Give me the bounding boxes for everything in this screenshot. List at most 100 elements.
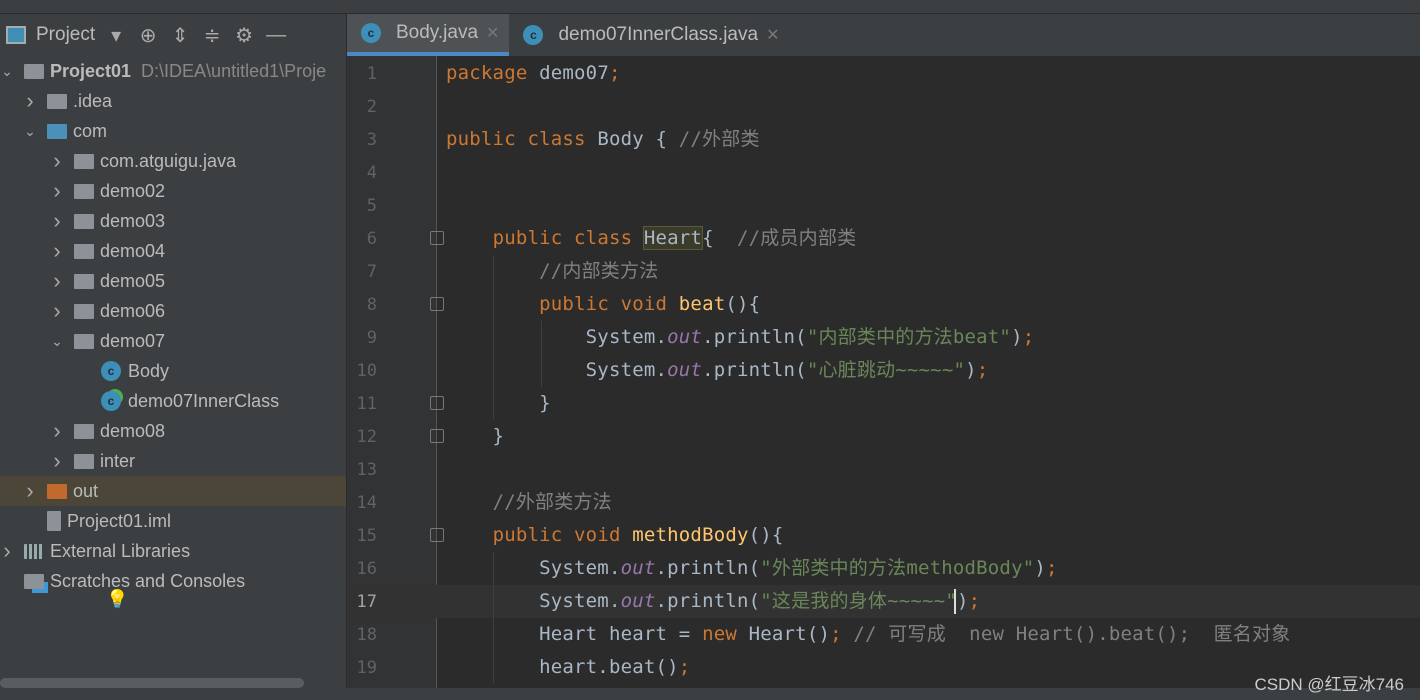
code-line: package demo07; [446,57,621,90]
tree-item-label: demo05 [100,270,166,291]
chevron-right-icon[interactable]: › [50,148,64,174]
line-number: 13 [356,460,377,480]
project-view-selector[interactable]: Project [36,24,95,46]
package-icon [74,273,94,289]
horizontal-scrollbar[interactable] [0,678,304,688]
expand-all-icon[interactable]: ⇕ [169,24,191,47]
tree-item[interactable]: › inter [0,446,346,476]
code-token: Body { [597,128,679,150]
indent-guide [493,255,494,420]
tree-item[interactable]: › demo04 [0,236,346,266]
code-token: //外部类方法 [492,491,612,513]
code-token: public class [492,227,644,249]
code-token: methodBody [632,524,749,546]
minimize-icon[interactable]: — [265,24,287,46]
chevron-right-icon[interactable]: › [0,538,14,564]
chevron-right-icon[interactable]: › [50,298,64,324]
code-line: } [446,387,551,420]
code-token: ) [965,359,977,381]
code-token: ; [976,359,989,381]
code-line: Heart heart = new Heart(); // 可写成 new He… [446,618,1290,651]
chevron-right-icon[interactable]: › [50,448,64,474]
chevron-right-icon[interactable]: › [50,238,64,264]
chevron-down-icon[interactable]: ⌄ [23,123,37,140]
code-line: heart.beat(); [446,651,690,684]
tab-label: Body.java [396,22,479,43]
watermark: CSDN @红豆冰746 [1254,675,1404,694]
tree-item-label: demo02 [100,180,166,201]
tree-item[interactable]: › demo02 [0,176,346,206]
lightbulb-icon[interactable]: 💡 [106,589,128,610]
code-token: beat [678,293,726,315]
code-token: "这是我的身体~~~~~" [760,590,957,612]
chevron-right-icon[interactable]: › [23,88,37,114]
scratches-icon [24,573,44,589]
tree-item[interactable]: › demo03 [0,206,346,236]
tree-item[interactable]: Scratches and Consoles [0,566,346,596]
close-icon[interactable]: ✕ [486,23,499,43]
code-token: } [446,392,551,414]
chevron-right-icon[interactable]: › [50,268,64,294]
tree-item[interactable]: c demo07InnerClass [0,386,346,416]
chevron-right-icon[interactable]: › [23,478,37,504]
tree-item[interactable]: › External Libraries [0,536,346,566]
line-number: 10 [356,361,377,381]
chevron-right-icon[interactable]: › [50,418,64,444]
line-number: 3 [366,130,377,150]
line-number: 17 [356,592,377,612]
tree-item-label: demo08 [100,420,166,441]
line-number: 7 [366,262,377,282]
chevron-right-icon[interactable]: › [50,178,64,204]
code-token: { [702,227,737,249]
chevron-down-icon[interactable]: ⌄ [0,63,14,80]
code-token: .println( [702,359,807,381]
tree-item-label: Scratches and Consoles [50,570,246,591]
code-editor[interactable]: package demo07; public class Body { //外部类… [437,56,1420,688]
code-token: out [667,326,703,348]
code-token: //外部类 [678,128,760,150]
editor-tabs: c Body.java ✕ c demo07InnerClass.java ✕ [347,14,1420,56]
close-icon[interactable]: ✕ [766,25,779,45]
tree-item[interactable]: › .idea [0,86,346,116]
code-token: public class [446,128,598,150]
code-token: Heart [642,226,704,250]
java-class-icon: c [361,23,381,43]
gear-icon[interactable]: ⚙ [233,24,255,47]
editor-tab[interactable]: c demo07InnerClass.java ✕ [509,14,789,56]
tree-item-label: inter [100,450,136,471]
tree-item[interactable]: Project01.iml [0,506,346,536]
chevron-down-icon[interactable]: ⌄ [50,333,64,350]
collapse-all-icon[interactable]: ≑ [201,24,223,47]
chevron-right-icon[interactable]: › [50,208,64,234]
tree-item[interactable]: ⌄ Project01 D:\IDEA\untitled1\Proje [0,56,346,86]
tree-item[interactable]: › demo08 [0,416,346,446]
line-number: 9 [366,328,377,348]
tree-item[interactable]: › demo05 [0,266,346,296]
tree-item[interactable]: › demo06 [0,296,346,326]
tree-item[interactable]: c Body [0,356,346,386]
code-token: ; [678,656,691,678]
line-number: 11 [356,394,377,414]
code-token: } [446,425,505,447]
tree-item[interactable]: › out [0,476,346,506]
code-line: //外部类方法 [446,486,612,519]
code-token: "心脏跳动~~~~~" [806,359,966,381]
editor-tab[interactable]: c Body.java ✕ [347,14,510,56]
tree-item-label: .idea [73,90,113,111]
project-path: D:\IDEA\untitled1\Proje [141,60,327,81]
code-token: public void [492,524,633,546]
tree-item[interactable]: › com.atguigu.java [0,146,346,176]
tree-item[interactable]: ⌄ com [0,116,346,146]
chevron-down-icon[interactable]: ▾ [105,24,127,47]
code-token: out [667,359,703,381]
code-token: System. [446,590,621,612]
tab-label: demo07InnerClass.java [558,24,759,45]
code-token: Heart() [748,623,831,645]
tree-item[interactable]: ⌄ demo07 [0,326,346,356]
code-token: demo07 [539,62,609,84]
locate-icon[interactable]: ⊕ [137,24,159,47]
code-line: System.out.println("这是我的身体~~~~~"); [446,585,980,618]
code-token: ) [1034,557,1046,579]
code-line: } [446,420,504,453]
